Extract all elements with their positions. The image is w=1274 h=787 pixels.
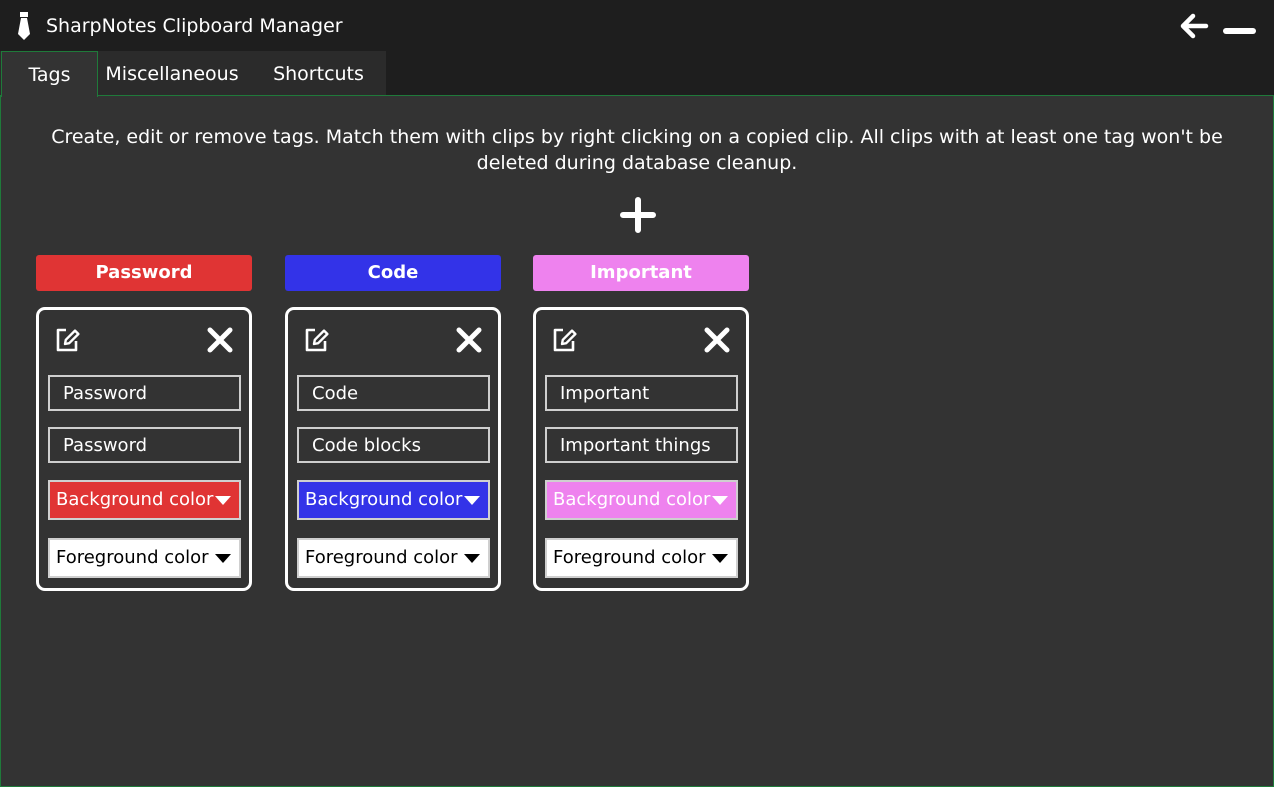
- caret-down-icon: [712, 496, 728, 505]
- caret-down-icon: [464, 496, 480, 505]
- background-color-label: Background color: [56, 489, 214, 510]
- tab-strip: Tags Miscellaneous Shortcuts: [0, 51, 1274, 97]
- edit-icon[interactable]: [551, 326, 579, 354]
- tie-icon: [18, 12, 30, 40]
- arrow-left-icon[interactable]: [1176, 10, 1212, 42]
- tag-name-input[interactable]: [48, 375, 241, 411]
- background-color-label: Background color: [305, 489, 463, 510]
- close-icon[interactable]: [703, 326, 731, 354]
- foreground-color-label: Foreground color: [553, 547, 706, 568]
- tag-description-input[interactable]: [48, 427, 241, 463]
- plus-icon[interactable]: [620, 197, 656, 233]
- tag-description-input[interactable]: [545, 427, 738, 463]
- caret-down-icon: [215, 496, 231, 505]
- foreground-color-dropdown[interactable]: Foreground color: [297, 538, 490, 578]
- tag-preview: Code: [285, 255, 501, 291]
- tag-name-input[interactable]: [545, 375, 738, 411]
- tab-shortcuts[interactable]: Shortcuts: [262, 51, 375, 96]
- minimize-icon[interactable]: [1220, 14, 1260, 42]
- caret-down-icon: [712, 554, 728, 563]
- tag-name-input[interactable]: [297, 375, 490, 411]
- tag-preview: Password: [36, 255, 252, 291]
- tag-description-input[interactable]: [297, 427, 490, 463]
- tags-panel: Create, edit or remove tags. Match them …: [0, 95, 1274, 787]
- tag-card: Background color Foreground color: [533, 307, 749, 591]
- edit-icon[interactable]: [54, 326, 82, 354]
- foreground-color-dropdown[interactable]: Foreground color: [48, 538, 241, 578]
- tab-tags[interactable]: Tags: [1, 51, 98, 97]
- tag-preview: Important: [533, 255, 749, 291]
- close-icon[interactable]: [455, 326, 483, 354]
- caret-down-icon: [215, 554, 231, 563]
- background-color-label: Background color: [553, 489, 711, 510]
- tab-miscellaneous[interactable]: Miscellaneous: [98, 51, 246, 96]
- foreground-color-label: Foreground color: [305, 547, 458, 568]
- edit-icon[interactable]: [303, 326, 331, 354]
- caret-down-icon: [464, 554, 480, 563]
- background-color-dropdown[interactable]: Background color: [545, 480, 738, 520]
- close-icon[interactable]: [206, 326, 234, 354]
- title-bar: SharpNotes Clipboard Manager: [0, 0, 1274, 52]
- foreground-color-dropdown[interactable]: Foreground color: [545, 538, 738, 578]
- tag-card: Background color Foreground color: [285, 307, 501, 591]
- foreground-color-label: Foreground color: [56, 547, 209, 568]
- tag-card: Background color Foreground color: [36, 307, 252, 591]
- background-color-dropdown[interactable]: Background color: [48, 480, 241, 520]
- app-title: SharpNotes Clipboard Manager: [46, 15, 343, 37]
- tags-description: Create, edit or remove tags. Match them …: [51, 126, 1223, 174]
- background-color-dropdown[interactable]: Background color: [297, 480, 490, 520]
